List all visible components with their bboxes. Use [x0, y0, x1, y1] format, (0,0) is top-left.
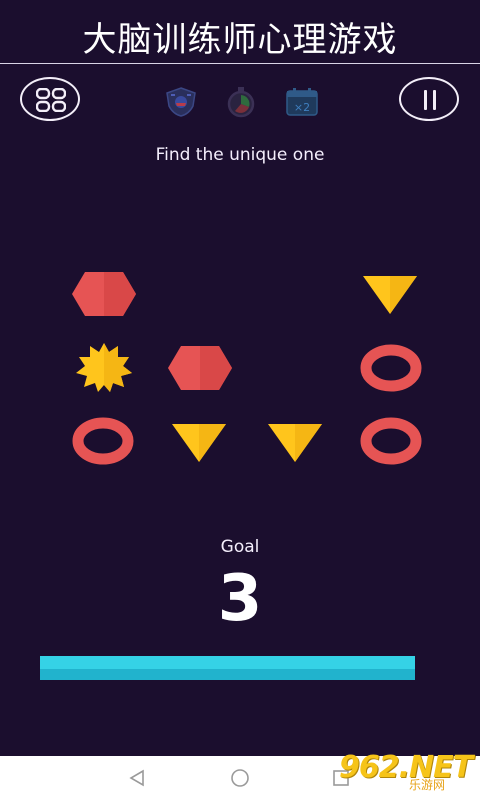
watermark-logo: 962.NET	[339, 750, 473, 785]
starburst-tile[interactable]	[74, 341, 134, 393]
goal-value: 3	[217, 562, 263, 636]
ring-tile[interactable]	[360, 417, 422, 465]
calendar-x2-icon: ×2	[286, 88, 318, 116]
site-watermark: 962.NET 乐游网	[339, 750, 474, 794]
grid-icon	[36, 88, 66, 112]
hexagon-tile[interactable]	[167, 345, 233, 391]
triangle-tile[interactable]	[267, 422, 323, 464]
banner-title: 大脑训练师心理游戏	[82, 20, 398, 60]
shield-badge-icon	[166, 87, 196, 117]
ring-tile[interactable]	[72, 417, 134, 465]
pause-button[interactable]	[399, 77, 459, 121]
svg-text:×2: ×2	[294, 101, 310, 114]
time-progress-bar	[40, 656, 415, 680]
banner-divider	[0, 63, 480, 64]
instruction-text: Find the unique one	[155, 145, 325, 165]
time-progress-fill	[40, 656, 415, 680]
triangle-tile[interactable]	[171, 422, 227, 464]
back-triangle-icon[interactable]	[128, 769, 146, 787]
home-circle-icon[interactable]	[230, 769, 250, 787]
menu-button[interactable]	[20, 77, 80, 121]
promo-banner: 大脑训练师心理游戏	[0, 0, 480, 62]
goal-label: Goal	[220, 537, 260, 557]
hexagon-tile[interactable]	[71, 271, 137, 317]
watermark-subtitle: 乐游网	[409, 778, 446, 792]
triangle-tile[interactable]	[362, 274, 418, 316]
stopwatch-icon	[227, 87, 255, 118]
ring-tile[interactable]	[360, 344, 422, 392]
